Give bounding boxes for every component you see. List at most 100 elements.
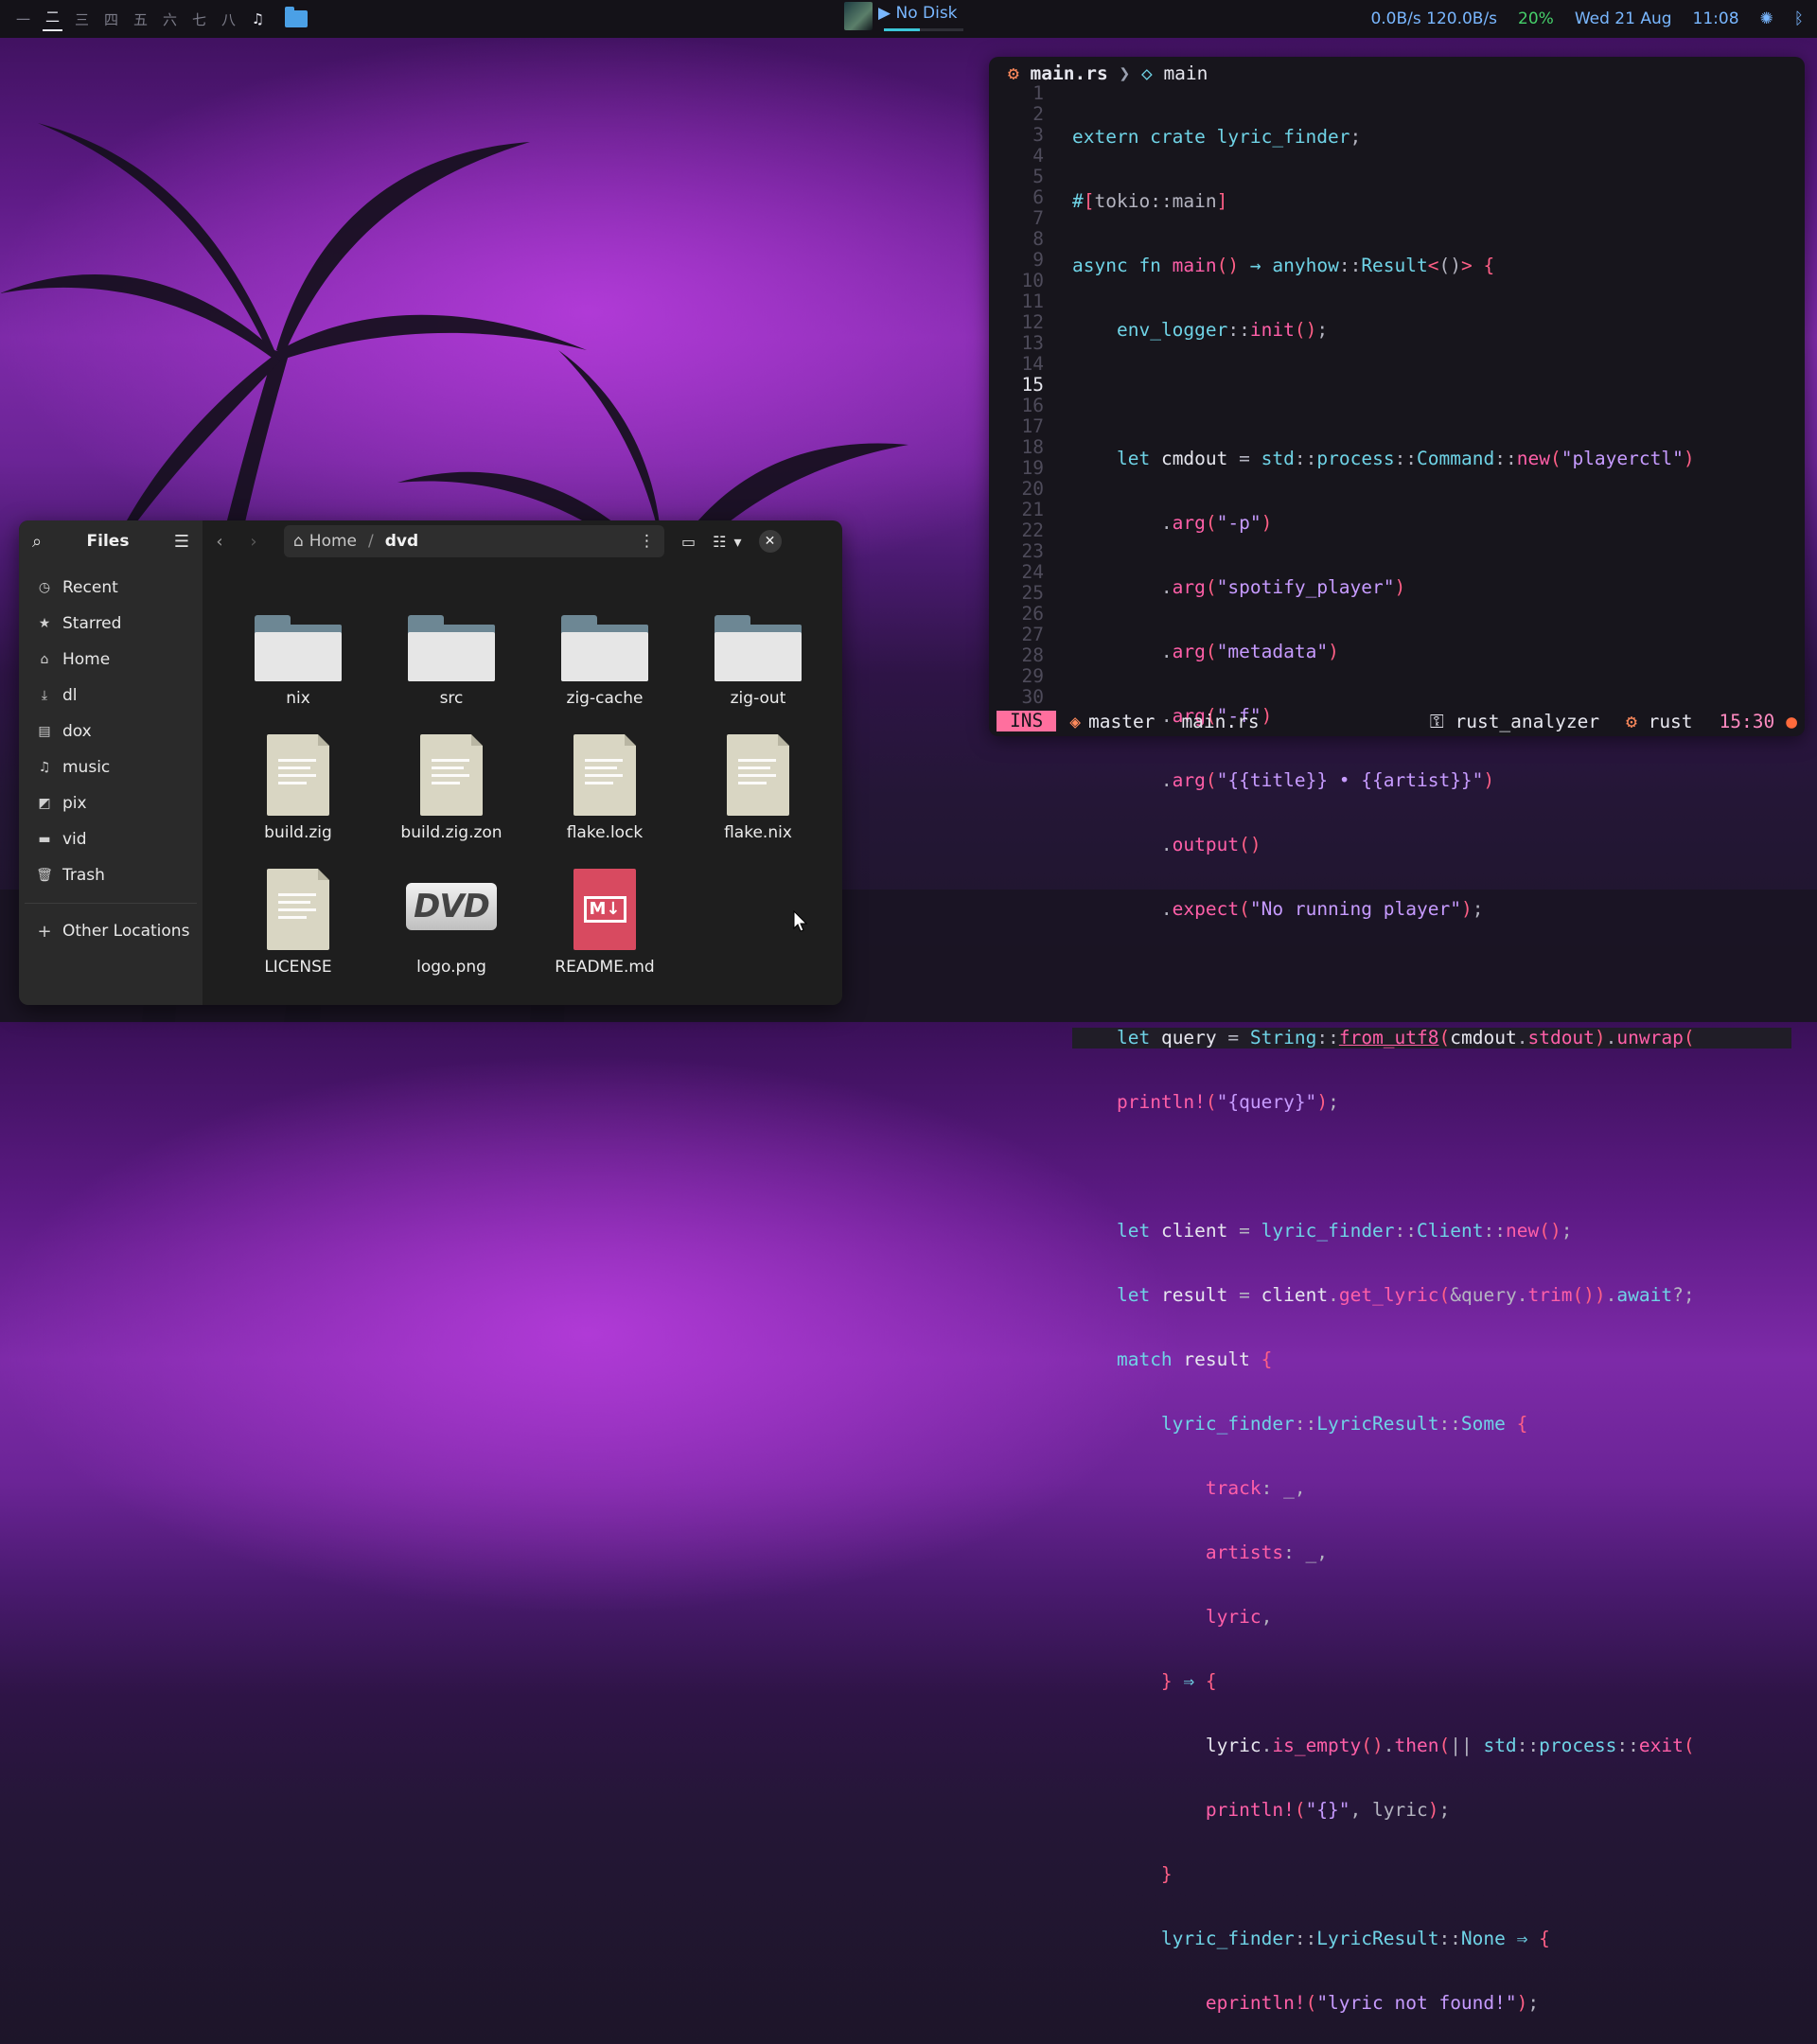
folder-icon[interactable] bbox=[285, 7, 308, 27]
bluetooth-icon[interactable]: ᛒ bbox=[1794, 9, 1804, 28]
file-item-zig-cache[interactable]: zig-cache bbox=[528, 594, 681, 708]
code-line: extern crate lyric_finder; bbox=[1072, 126, 1362, 148]
folder-icon bbox=[714, 615, 802, 681]
forward-button[interactable]: › bbox=[237, 532, 271, 552]
file-item-src[interactable]: src bbox=[375, 594, 528, 708]
breadcrumb-file[interactable]: main.rs bbox=[1031, 62, 1108, 84]
album-cover bbox=[844, 2, 873, 30]
sidebar-item-dl[interactable]: ⤓ dl bbox=[19, 678, 203, 714]
line-number: 26 bbox=[1021, 603, 1044, 625]
code-line: async fn main() → anyhow::Result<()> { bbox=[1072, 255, 1495, 276]
sidebar-item-pix[interactable]: ◩ pix bbox=[19, 785, 203, 821]
current-code-line: let query = String::from_utf8(cmdout.std… bbox=[1072, 1028, 1791, 1048]
line-number: 28 bbox=[1021, 644, 1044, 666]
file-item-zig-out[interactable]: zig-out bbox=[681, 594, 835, 708]
settings-icon[interactable]: ✺ bbox=[1760, 9, 1773, 28]
code-line: let result = client.get_lyric(&query.tri… bbox=[1116, 1284, 1695, 1306]
sidebar-item-home[interactable]: ⌂ Home bbox=[19, 642, 203, 678]
path-home[interactable]: Home bbox=[309, 532, 357, 551]
markdown-file-icon: M↓ bbox=[573, 869, 636, 950]
line-number: 13 bbox=[1021, 332, 1044, 354]
video-icon: ▬ bbox=[38, 832, 51, 847]
status-file: main.rs bbox=[1181, 710, 1260, 732]
line-number: 2 bbox=[1032, 103, 1044, 125]
sidebar-item-starred[interactable]: ★ Starred bbox=[19, 606, 203, 642]
list-view-icon[interactable]: ☷ bbox=[713, 533, 726, 551]
back-button[interactable]: ‹ bbox=[203, 532, 237, 552]
lsp-name: rust_analyzer bbox=[1455, 710, 1600, 732]
sidebar-item-vid[interactable]: ▬ vid bbox=[19, 821, 203, 857]
workspace-5[interactable]: 五 bbox=[131, 9, 150, 29]
workspace-switcher: 一 二 三 四 五 六 七 八 ♫ bbox=[13, 7, 308, 31]
line-number: 16 bbox=[1021, 395, 1044, 416]
location-pin-icon: ● bbox=[1786, 710, 1797, 732]
sidebar-item-dox[interactable]: ▤ dox bbox=[19, 714, 203, 749]
workspace-4[interactable]: 四 bbox=[101, 9, 121, 29]
code-line: artists: _, bbox=[1205, 1542, 1329, 1563]
sidebar-item-other-locations[interactable]: + Other Locations bbox=[19, 913, 203, 949]
workspace-1[interactable]: 一 bbox=[13, 9, 33, 29]
media-player[interactable]: ▶ No Disk bbox=[844, 2, 963, 31]
new-folder-icon[interactable]: ▭ bbox=[681, 533, 696, 551]
home-icon: ⌂ bbox=[293, 532, 304, 551]
mouse-pointer-icon bbox=[793, 910, 808, 932]
file-item-flake-nix[interactable]: flake.nix bbox=[681, 729, 835, 842]
file-item-nix[interactable]: nix bbox=[221, 594, 375, 708]
sidebar-item-label: Trash bbox=[62, 866, 105, 885]
workspace-7[interactable]: 七 bbox=[189, 9, 209, 29]
file-item-readme-md[interactable]: M↓ README.md bbox=[528, 863, 681, 977]
workspace-6[interactable]: 六 bbox=[160, 9, 180, 29]
file-item-logo-png[interactable]: DVD logo.png bbox=[375, 863, 528, 977]
breadcrumb-symbol[interactable]: main bbox=[1163, 62, 1208, 84]
folder-icon bbox=[408, 615, 495, 681]
sidebar-item-recent[interactable]: ◷ Recent bbox=[19, 570, 203, 606]
hamburger-menu-icon[interactable]: ☰ bbox=[174, 532, 189, 552]
more-options-icon[interactable]: ⋮ bbox=[639, 532, 655, 551]
file-name: zig-out bbox=[730, 689, 786, 708]
file-item-build-zig[interactable]: build.zig bbox=[221, 729, 375, 842]
path-bar[interactable]: ⌂ Home / dvd ⋮ bbox=[284, 525, 664, 557]
sidebar-item-label: dox bbox=[62, 722, 92, 741]
code-line: eprintln!("lyric not found!"); bbox=[1205, 1992, 1540, 2014]
code-line: .arg("-p") bbox=[1160, 512, 1273, 534]
workspace-3[interactable]: 三 bbox=[72, 9, 92, 29]
file-item-flake-lock[interactable]: flake.lock bbox=[528, 729, 681, 842]
file-item-build-zig-zon[interactable]: build.zig.zon bbox=[375, 729, 528, 842]
file-item-license[interactable]: LICENSE bbox=[221, 863, 375, 977]
code-editor-window[interactable]: ⚙ main.rs ❯ ◇ main 1 2 3 4 5 6 7 8 9 10 … bbox=[989, 57, 1805, 2014]
sidebar-item-music[interactable]: ♫ music bbox=[19, 749, 203, 785]
close-button[interactable]: ✕ bbox=[758, 530, 782, 553]
line-number: 25 bbox=[1021, 582, 1044, 604]
text-file-icon bbox=[573, 734, 636, 816]
file-name: README.md bbox=[555, 958, 655, 977]
file-manager-window[interactable]: ⌕ Files ☰ ◷ Recent ★ Starred ⌂ Home ⤓ dl ▤ do… bbox=[19, 520, 842, 1005]
editor-statusline: INS ◈ master main.rs ⚿ rust_analyzer ⚙ r… bbox=[997, 710, 1797, 732]
text-file-icon bbox=[727, 734, 789, 816]
code-area[interactable]: extern crate lyric_finder; #[tokio::main… bbox=[1072, 83, 1791, 2044]
code-line: lyric_finder::LyricResult::Some { bbox=[1160, 1413, 1528, 1435]
media-progress-bar[interactable] bbox=[884, 28, 963, 31]
view-options-dropdown-icon[interactable]: ▾ bbox=[733, 533, 741, 551]
battery-level: 20% bbox=[1518, 9, 1554, 28]
code-line: .arg("{{title}} • {{artist}}") bbox=[1160, 769, 1495, 791]
search-icon[interactable]: ⌕ bbox=[32, 532, 42, 552]
music-note-icon[interactable]: ♫ bbox=[248, 10, 268, 27]
sidebar-item-label: Starred bbox=[62, 614, 122, 633]
line-number: 10 bbox=[1021, 270, 1044, 291]
clock-icon: ◷ bbox=[38, 580, 51, 595]
path-current[interactable]: dvd bbox=[385, 532, 418, 551]
rust-icon: ⚙ bbox=[1008, 62, 1019, 84]
sidebar-item-trash[interactable]: 🗑 Trash bbox=[19, 857, 203, 893]
header-bar: ‹ › ⌂ Home / dvd ⋮ ▭ ☷ ▾ ✕ bbox=[203, 520, 842, 562]
workspace-2[interactable]: 二 bbox=[43, 7, 62, 31]
home-icon: ⌂ bbox=[40, 652, 49, 667]
line-number: 5 bbox=[1032, 166, 1044, 187]
document-icon: ▤ bbox=[38, 724, 51, 739]
workspace-8[interactable]: 八 bbox=[219, 9, 238, 29]
line-number: 9 bbox=[1032, 249, 1044, 271]
file-grid: nix src zig-cache zig-out build.zig buil… bbox=[221, 594, 827, 977]
line-number: 7 bbox=[1032, 207, 1044, 229]
star-icon: ★ bbox=[38, 616, 51, 631]
sidebar: ⌕ Files ☰ ◷ Recent ★ Starred ⌂ Home ⤓ dl ▤ do… bbox=[19, 520, 203, 1005]
folder-icon bbox=[561, 615, 648, 681]
